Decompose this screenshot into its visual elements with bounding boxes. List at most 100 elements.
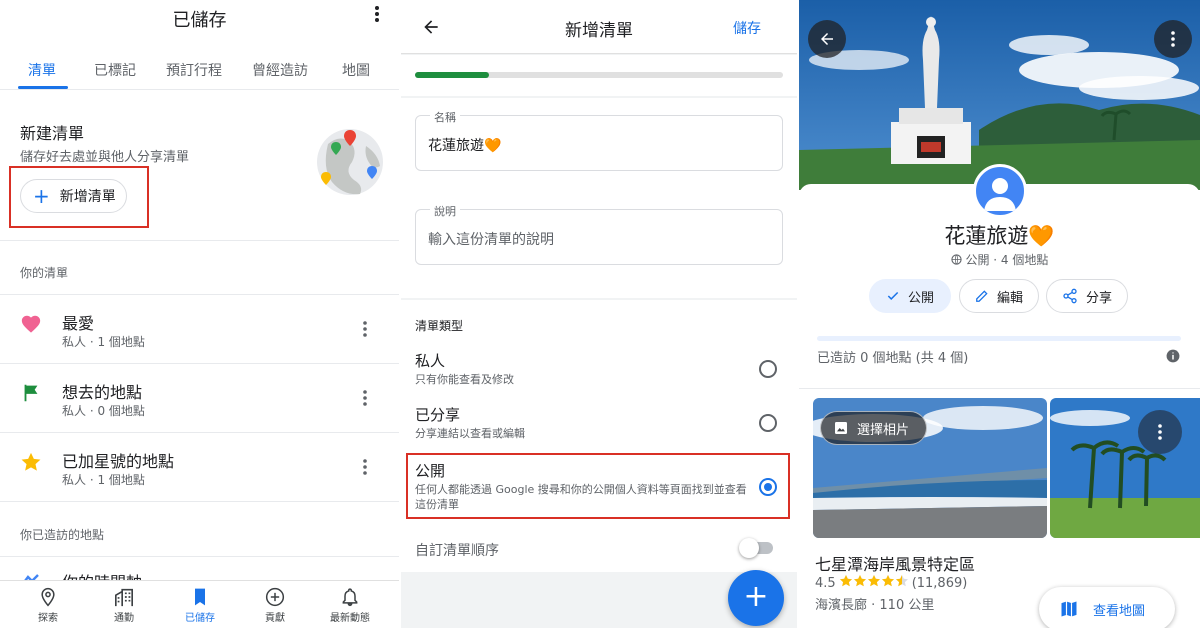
heart-icon <box>20 313 42 335</box>
visited-count: 已造訪 0 個地點 (共 4 個) <box>817 351 969 366</box>
radio-button[interactable] <box>759 360 777 378</box>
more-vert-icon[interactable] <box>363 321 373 341</box>
type-option-title: 已分享 <box>415 406 461 424</box>
bottom-navigation: 探索 通勤 已儲存 貢獻 最新動態 <box>0 580 399 628</box>
name-field-label: 名稱 <box>430 109 460 125</box>
more-vert-icon[interactable] <box>375 6 379 27</box>
bookmark-icon <box>195 588 205 606</box>
star-icon <box>20 451 42 473</box>
list-meta: 公開 · 4 個地點 <box>799 251 1200 268</box>
nav-label: 探索 <box>38 613 58 624</box>
building-icon <box>115 588 133 607</box>
list-item-title: 最愛 <box>62 314 95 333</box>
divider <box>799 388 1200 389</box>
tab-labeled[interactable]: 已標記 <box>94 60 136 80</box>
nav-explore[interactable]: 探索 <box>12 587 84 624</box>
rating-value: 4.5 <box>815 575 836 591</box>
tab-maps[interactable]: 地圖 <box>342 60 370 80</box>
type-option-shared[interactable]: 已分享 分享連結以查看或編輯 <box>401 402 797 446</box>
your-lists-label: 你的清單 <box>20 266 69 280</box>
review-count: (11,869) <box>911 575 968 591</box>
share-chip[interactable]: 分享 <box>1046 279 1128 313</box>
list-item-meta: 私人 · 1 個地點 <box>62 473 145 487</box>
tab-visited[interactable]: 曾經造訪 <box>252 60 308 80</box>
more-button[interactable] <box>1154 20 1192 58</box>
more-vert-icon <box>1171 31 1175 47</box>
tab-reservations[interactable]: 預訂行程 <box>166 60 222 80</box>
list-type-label: 清單類型 <box>415 319 464 333</box>
more-vert-icon <box>1158 424 1162 440</box>
list-item-starred[interactable]: 已加星號的地點 私人 · 1 個地點 <box>0 433 399 501</box>
type-option-public[interactable]: 公開 任何人都能透過 Google 搜尋和你的公開個人資料等頁面找到並查看這份清… <box>401 458 797 516</box>
edit-chip[interactable]: 編輯 <box>959 279 1039 313</box>
avatar[interactable] <box>973 164 1027 218</box>
nav-label: 已儲存 <box>185 613 215 624</box>
list-detail-panel: 花蓮旅遊🧡 公開 · 4 個地點 公開 編輯 分享 已造訪 0 個地點 (共 4… <box>799 0 1200 628</box>
divider <box>0 556 399 557</box>
add-fab-button[interactable]: + <box>728 570 784 626</box>
globe-icon <box>950 254 962 265</box>
visited-places-label: 你已造訪的地點 <box>20 528 105 542</box>
nav-saved[interactable]: 已儲存 <box>164 587 236 624</box>
saved-panel: 已儲存 清單 已標記 預訂行程 曾經造訪 地圖 新建清單 儲存好去處並與他人分享… <box>0 0 399 628</box>
back-arrow-icon <box>821 33 833 45</box>
place-rating-row: 4.5 (11,869) <box>815 575 967 591</box>
visited-progress-track <box>817 336 1181 341</box>
new-list-panel: 新增清單 儲存 名稱 花蓮旅遊🧡 說明 輸入這份清單的說明 清單類型 私人 只有… <box>401 0 797 628</box>
info-icon[interactable] <box>1166 348 1180 367</box>
place-name[interactable]: 七星潭海岸風景特定區 <box>815 551 975 575</box>
new-list-button[interactable]: + 新增清單 <box>20 179 127 213</box>
form-card: 名稱 花蓮旅遊🧡 說明 輸入這份清單的說明 <box>401 98 797 298</box>
list-item-meta: 私人 · 1 個地點 <box>62 335 145 349</box>
list-meta-text: 公開 · 4 個地點 <box>965 253 1049 267</box>
more-vert-icon[interactable] <box>363 390 373 410</box>
new-list-button-label: 新增清單 <box>59 189 116 205</box>
view-map-button[interactable]: 查看地圖 <box>1039 587 1175 628</box>
back-button[interactable] <box>808 20 846 58</box>
photo-more-button[interactable] <box>1138 410 1182 454</box>
public-chip[interactable]: 公開 <box>869 279 951 313</box>
place-meta: 海濱長廊 · 110 公里 <box>815 598 935 613</box>
type-option-subtitle: 只有你能查看及修改 <box>415 373 514 386</box>
new-list-subtitle: 儲存好去處並與他人分享清單 <box>20 150 190 165</box>
description-placeholder: 輸入這份清單的說明 <box>428 232 554 248</box>
chip-label: 分享 <box>1085 290 1112 306</box>
more-vert-icon[interactable] <box>363 459 373 479</box>
nav-label: 最新動態 <box>330 613 370 624</box>
nav-commute[interactable]: 通勤 <box>88 587 160 624</box>
flag-icon <box>20 382 42 404</box>
choose-photo-button[interactable]: 選擇相片 <box>820 411 927 445</box>
list-item-want-to-go[interactable]: 想去的地點 私人 · 0 個地點 <box>0 364 399 432</box>
name-field[interactable]: 名稱 花蓮旅遊🧡 <box>415 109 783 171</box>
toggle-knob[interactable] <box>739 538 759 558</box>
pencil-icon <box>976 290 988 302</box>
cover-photo <box>799 0 1200 190</box>
save-button[interactable]: 儲存 <box>733 18 761 38</box>
radio-button[interactable] <box>759 414 777 432</box>
rating-stars <box>839 575 908 591</box>
location-pin-icon <box>41 587 55 607</box>
person-icon <box>984 178 1016 211</box>
description-field[interactable]: 說明 輸入這份清單的說明 <box>415 203 783 265</box>
plus-icon: + <box>743 579 769 614</box>
description-field-label: 說明 <box>430 203 460 219</box>
nav-updates[interactable]: 最新動態 <box>314 587 386 624</box>
page-title: 已儲存 <box>172 10 227 31</box>
list-item-meta: 私人 · 0 個地點 <box>62 404 145 418</box>
nav-label: 通勤 <box>114 613 134 624</box>
view-map-label: 查看地圖 <box>1093 603 1146 619</box>
list-item-favorites[interactable]: 最愛 私人 · 1 個地點 <box>0 295 399 363</box>
nav-contribute[interactable]: 貢獻 <box>239 587 311 624</box>
add-circle-icon <box>265 587 285 607</box>
name-field-value: 花蓮旅遊🧡 <box>428 138 502 154</box>
type-option-subtitle: 任何人都能透過 Google 搜尋和你的公開個人資料等頁面找到並查看這份清單 <box>415 483 747 511</box>
type-option-private[interactable]: 私人 只有你能查看及修改 <box>401 348 797 392</box>
tab-lists[interactable]: 清單 <box>28 60 56 80</box>
list-item-title: 想去的地點 <box>62 383 143 402</box>
check-icon <box>887 291 899 300</box>
type-option-subtitle: 分享連結以查看或編輯 <box>415 427 525 440</box>
globe-illustration-icon <box>314 120 386 200</box>
progress-card <box>401 55 797 96</box>
radio-button-selected[interactable] <box>759 478 777 496</box>
bell-icon <box>342 588 358 607</box>
